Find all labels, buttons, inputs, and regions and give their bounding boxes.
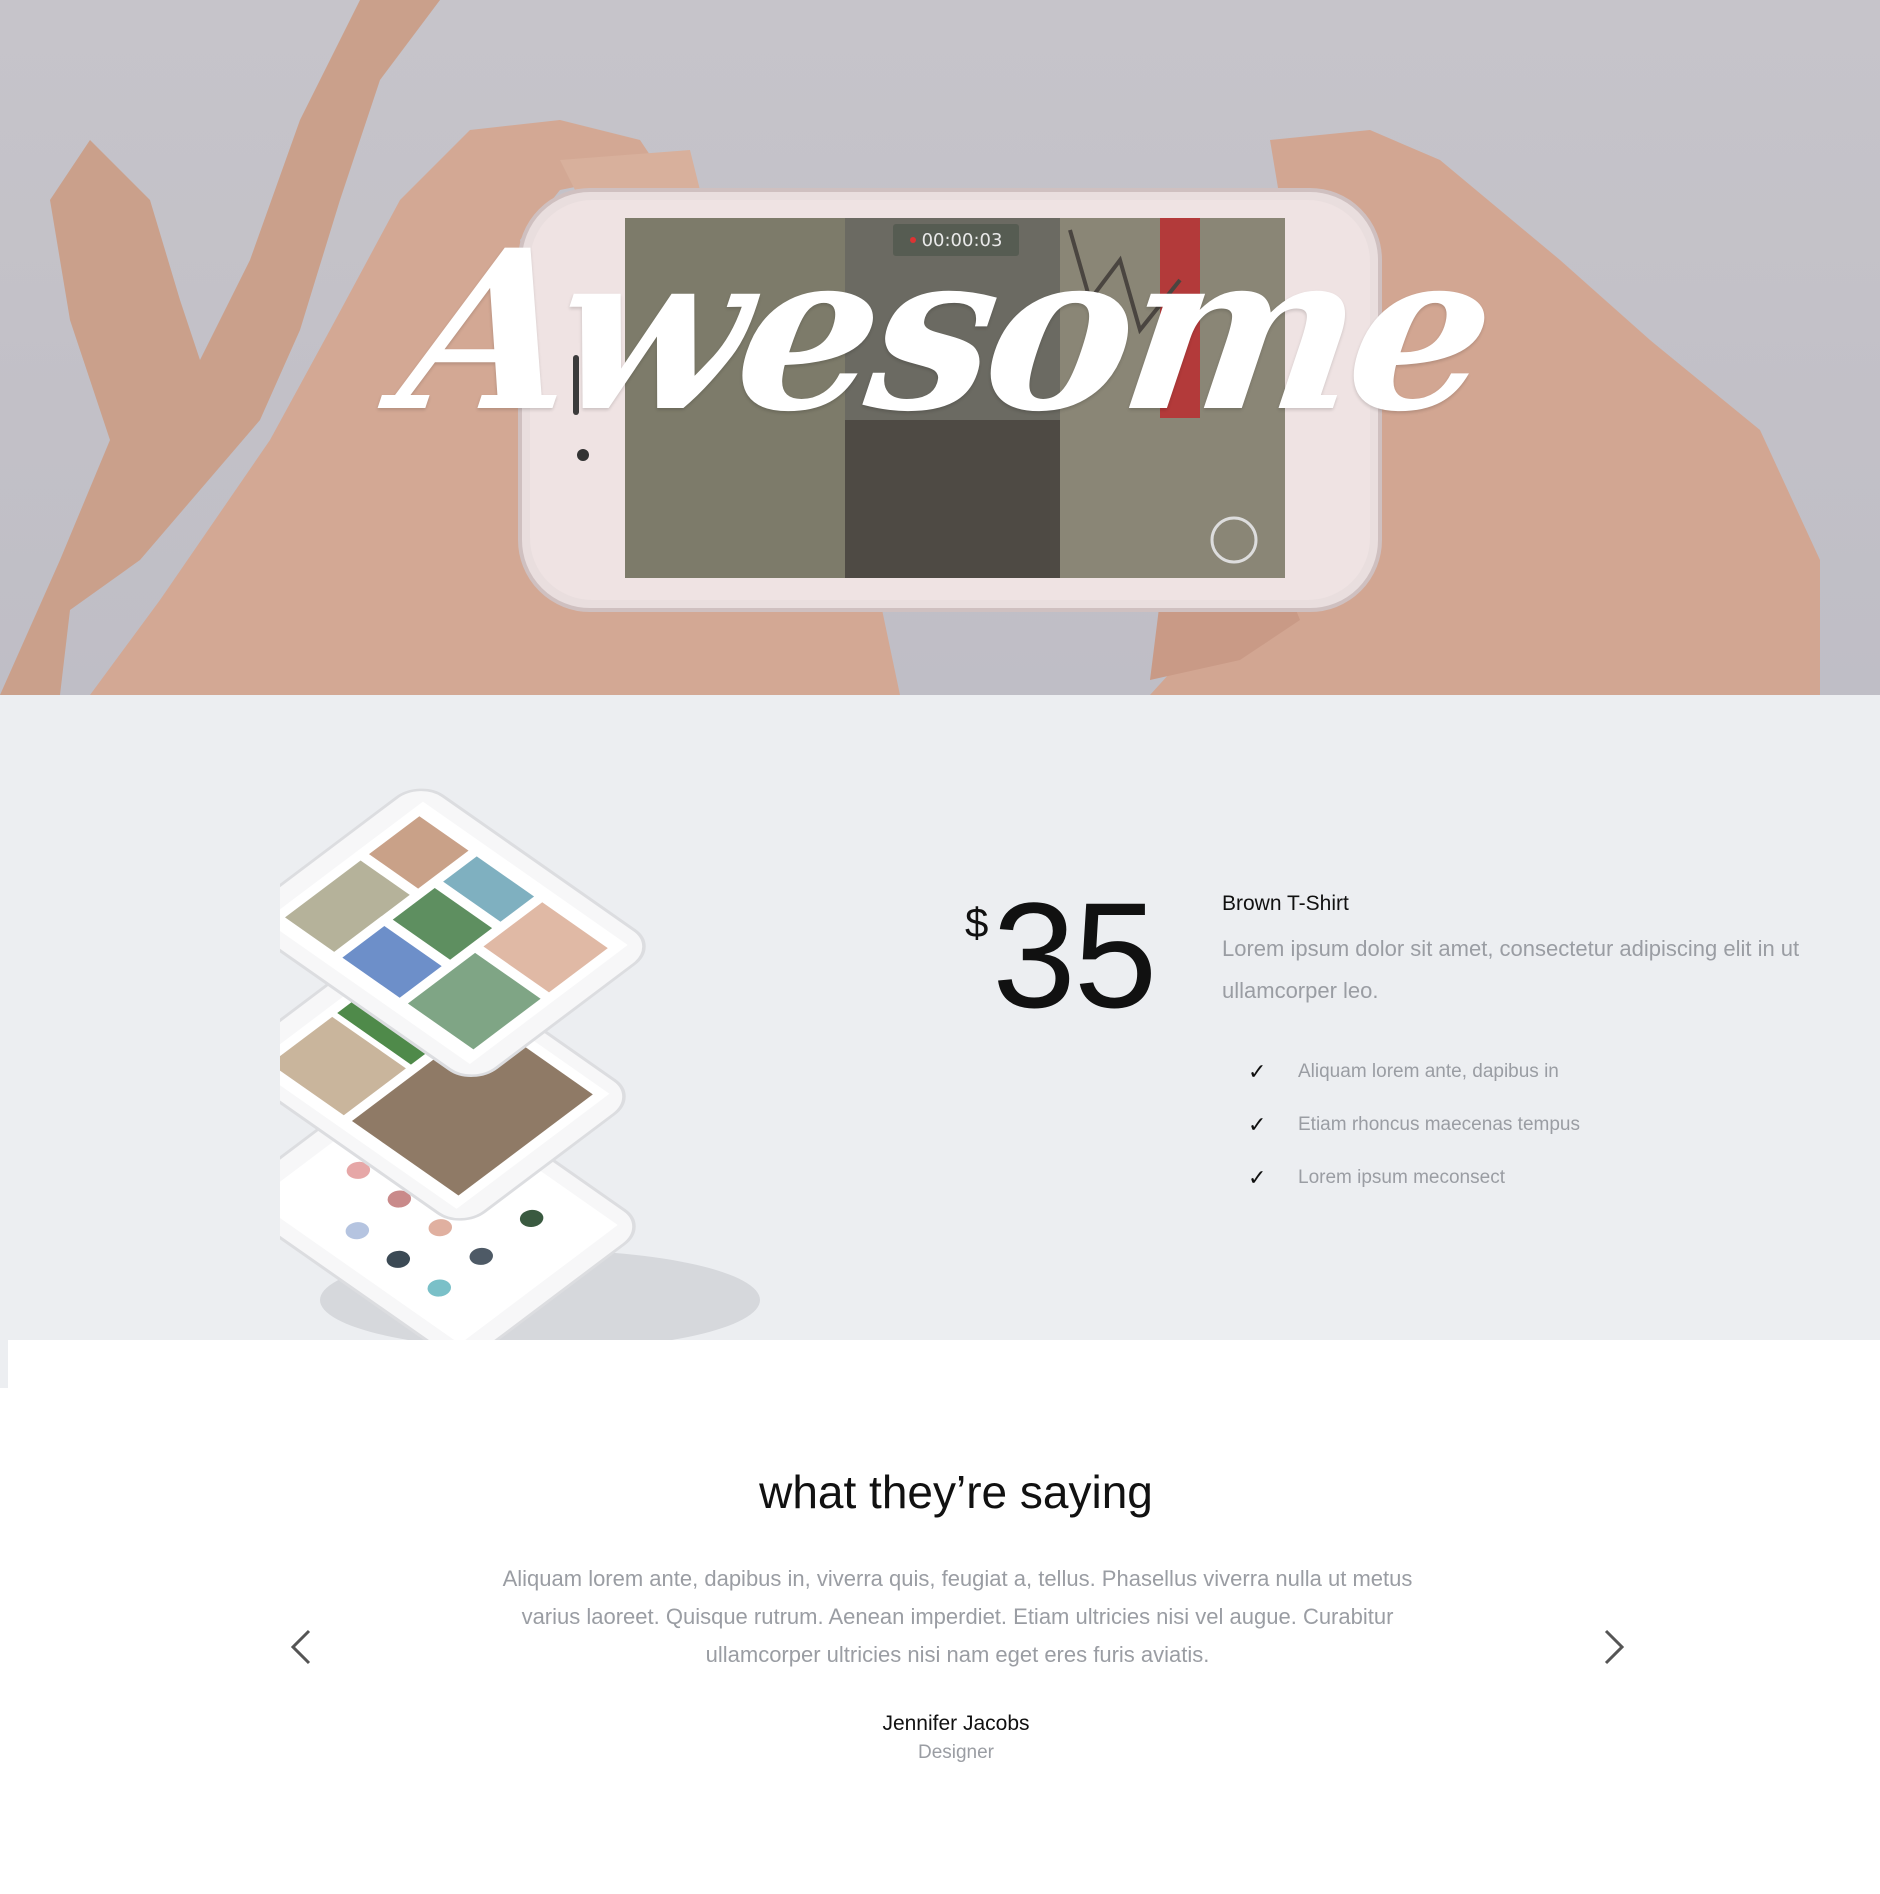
product-price: $ 35 [965,871,1157,1039]
product-name: Brown T-Shirt [1222,892,1349,915]
hero-script-title: Awesome [387,200,1503,460]
section-divider [0,1340,8,1388]
feature-item: ✓ Aliquam lorem ante, dapibus in [1248,1058,1559,1084]
hero-section: 00:00:03 Awesome [0,0,1880,695]
check-icon: ✓ [1248,1164,1267,1190]
check-icon: ✓ [1248,1058,1267,1084]
feature-item: ✓ Etiam rhoncus maecenas tempus [1248,1111,1580,1137]
price-amount: 35 [992,871,1157,1039]
testimonial-author: Jennifer Jacobs [882,1712,1030,1735]
check-icon: ✓ [1248,1111,1267,1137]
feature-item: ✓ Lorem ipsum meconsect [1248,1164,1505,1190]
price-currency: $ [965,899,989,946]
chevron-right-icon[interactable] [1592,1627,1632,1667]
chevron-left-icon[interactable] [283,1627,323,1667]
phones-mockup-image [280,788,760,1340]
testimonial-heading: what they’re saying [759,1466,1153,1518]
product-description: Lorem ipsum dolor sit amet, consectetur … [1222,936,1800,1003]
testimonial-quote: Aliquam lorem ante, dapibus in, viverra … [502,1566,1413,1667]
feature-list: ✓ Aliquam lorem ante, dapibus in ✓ Etiam r… [1248,1045,1580,1204]
testimonial-role: Designer [917,1742,995,1763]
